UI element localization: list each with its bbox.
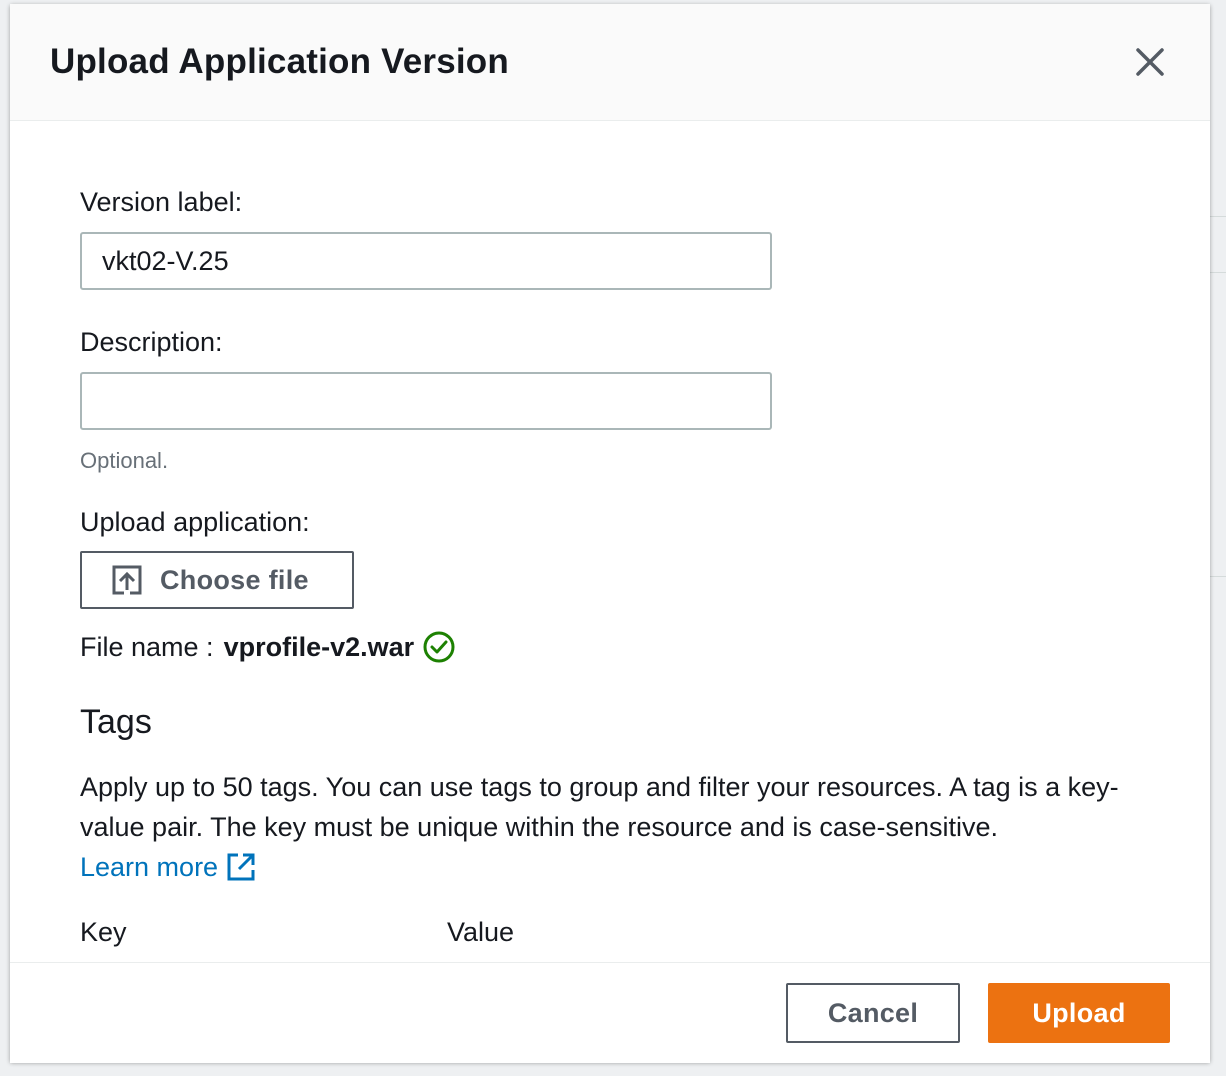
- upload-icon: [112, 565, 142, 595]
- file-name-row: File name : vprofile-v2.war: [80, 627, 456, 667]
- file-name-prefix: File name :: [80, 631, 214, 662]
- modal-header: Upload Application Version: [10, 4, 1210, 121]
- check-circle-icon: [423, 631, 455, 663]
- learn-more-link[interactable]: Learn more: [80, 847, 256, 887]
- cancel-button[interactable]: Cancel: [786, 983, 960, 1043]
- tags-description: Apply up to 50 tags. You can use tags to…: [80, 772, 1119, 842]
- file-name: vprofile-v2.war: [223, 631, 415, 662]
- tags-heading: Tags: [80, 703, 152, 741]
- upload-application-label: Upload application:: [80, 507, 310, 537]
- description-hint: Optional.: [80, 448, 169, 473]
- external-link-icon: [227, 853, 255, 881]
- description-input[interactable]: [80, 372, 772, 430]
- backdrop-divider: [1210, 216, 1226, 217]
- modal-title: Upload Application Version: [50, 42, 509, 81]
- tags-key-header: Key: [80, 917, 127, 947]
- modal-footer: Cancel Upload: [10, 962, 1210, 1063]
- backdrop-divider: [1210, 576, 1226, 577]
- close-icon: [1136, 48, 1164, 76]
- version-label-input[interactable]: [80, 232, 772, 290]
- tags-value-header: Value: [447, 917, 515, 947]
- learn-more-label: Learn more: [80, 851, 219, 882]
- upload-version-modal: Upload Application Version Version label…: [10, 4, 1210, 1063]
- choose-file-button[interactable]: Choose file: [80, 551, 354, 609]
- version-label: Version label:: [80, 187, 243, 217]
- choose-file-label: Choose file: [160, 564, 309, 595]
- backdrop-divider: [1210, 272, 1226, 273]
- close-button[interactable]: [1130, 42, 1170, 82]
- description-label: Description:: [80, 327, 223, 357]
- upload-button[interactable]: Upload: [988, 983, 1170, 1043]
